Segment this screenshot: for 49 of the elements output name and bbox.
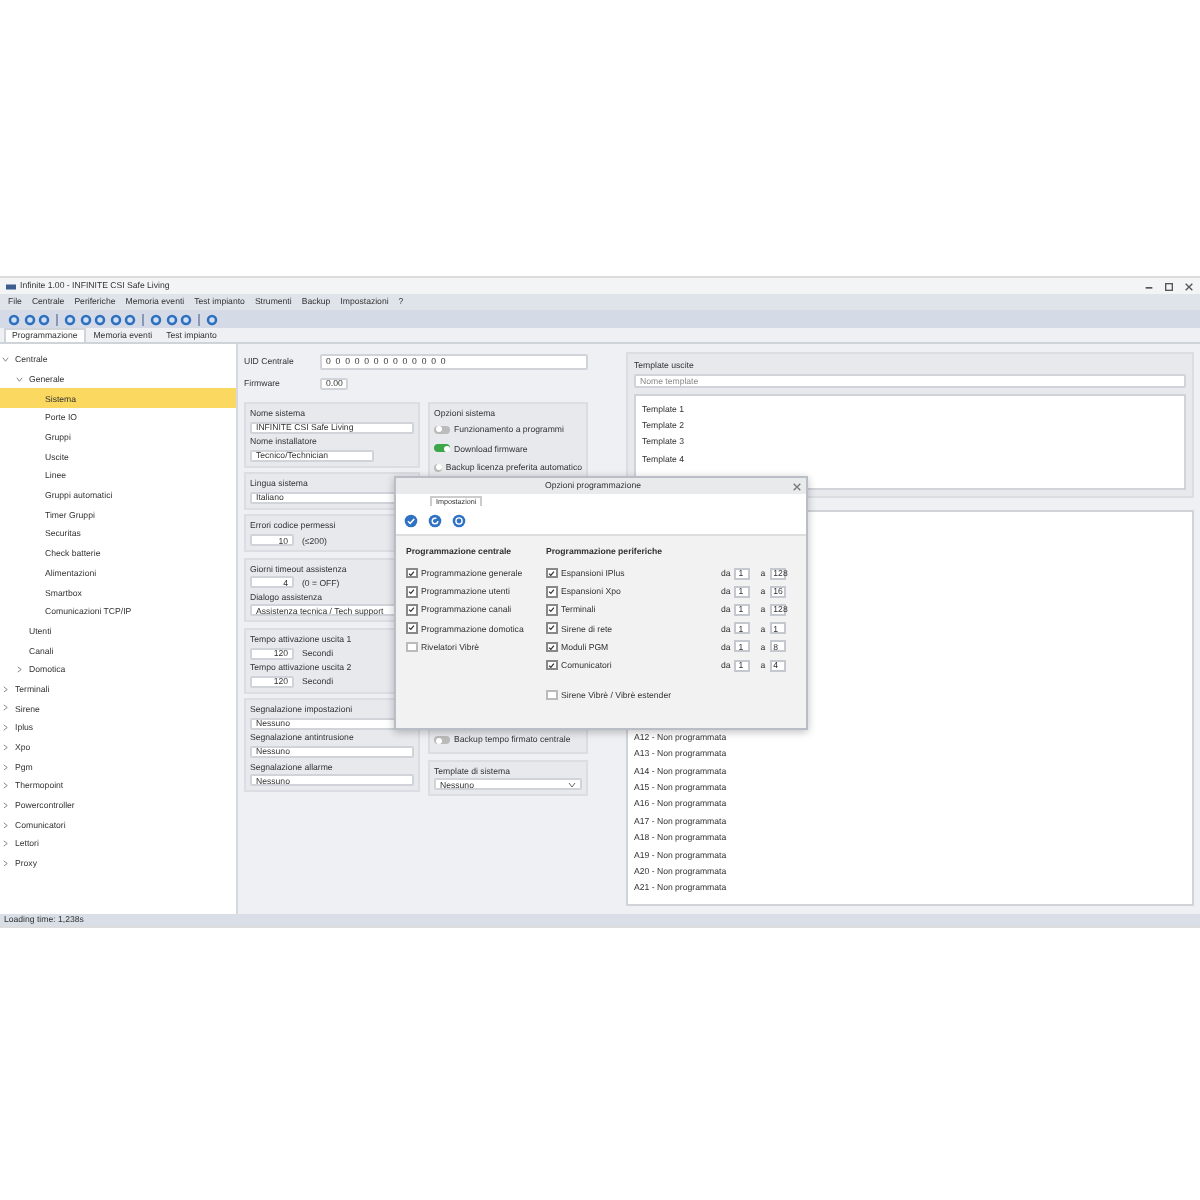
toolbar-circle-icon[interactable] <box>38 313 50 325</box>
expander-icon[interactable] <box>2 724 9 732</box>
checkbox[interactable] <box>406 622 417 634</box>
close-icon[interactable] <box>1184 281 1194 291</box>
toolbar-circle-icon[interactable] <box>8 313 20 325</box>
expander-icon[interactable] <box>2 685 9 693</box>
expander-icon[interactable] <box>2 801 9 809</box>
maximize-icon[interactable] <box>1164 281 1174 291</box>
expander-icon[interactable] <box>16 375 23 383</box>
expander-icon[interactable] <box>2 743 9 751</box>
toolbar-circle-icon[interactable] <box>79 313 91 325</box>
checkbox[interactable] <box>546 641 557 653</box>
toggle-switch[interactable] <box>434 444 450 453</box>
checkbox[interactable] <box>546 586 557 598</box>
checkbox[interactable] <box>546 659 557 671</box>
toolbar-circle-icon[interactable] <box>23 313 35 325</box>
checkbox[interactable] <box>406 641 417 653</box>
checkbox[interactable] <box>406 567 417 579</box>
toolbar-circle-icon[interactable] <box>124 313 136 325</box>
toolbar-circle-icon[interactable] <box>109 313 121 325</box>
checkbox[interactable] <box>406 604 417 616</box>
toolbar-circle-icon[interactable] <box>150 313 162 325</box>
toolbar-circle-icon[interactable] <box>206 313 218 325</box>
expander-icon[interactable] <box>2 763 9 771</box>
refresh-icon[interactable] <box>428 513 442 527</box>
toolbar-circle-icon[interactable] <box>64 313 76 325</box>
toggle-switch[interactable] <box>434 736 450 744</box>
expander-icon[interactable] <box>2 782 9 790</box>
toolbar-circle-icon[interactable] <box>180 313 192 325</box>
checkbox[interactable] <box>546 604 557 616</box>
toolbar-circle-icon[interactable] <box>94 313 106 325</box>
app-icon <box>6 283 16 289</box>
checkbox[interactable] <box>546 567 557 579</box>
close-icon[interactable] <box>792 481 803 491</box>
checkbox[interactable] <box>406 586 417 598</box>
toggle-switch[interactable] <box>434 463 442 472</box>
check-icon[interactable] <box>404 513 418 527</box>
stop-icon[interactable] <box>452 513 466 527</box>
expander-icon[interactable] <box>2 356 9 364</box>
caret-icon <box>568 781 576 788</box>
toggle-switch[interactable] <box>434 425 450 434</box>
toolbar-circle-icon[interactable] <box>165 313 177 325</box>
expander-icon[interactable] <box>2 840 9 848</box>
expander-icon[interactable] <box>2 704 9 712</box>
expander-icon[interactable] <box>2 859 9 867</box>
expander-icon[interactable] <box>2 821 9 829</box>
expander-icon[interactable] <box>16 666 23 674</box>
checkbox[interactable] <box>546 689 557 701</box>
checkbox[interactable] <box>546 622 557 634</box>
